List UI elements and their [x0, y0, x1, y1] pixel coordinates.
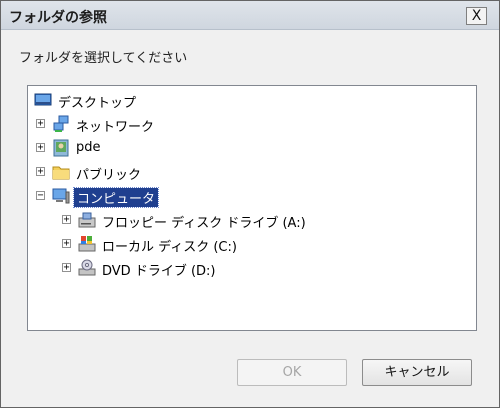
expand-icon[interactable]: + [62, 263, 71, 273]
floppy-drive-icon [78, 212, 96, 228]
title-bar[interactable]: フォルダの参照 X [1, 1, 499, 30]
expand-icon[interactable]: + [36, 143, 45, 153]
desktop-icon [34, 93, 52, 106]
close-button[interactable]: X [466, 7, 487, 25]
tree-node-label-selected: コンピュータ [72, 187, 160, 208]
dvd-drive-icon [78, 259, 96, 276]
computer-icon [52, 188, 70, 204]
user-folder-icon [53, 139, 69, 157]
window-title: フォルダの参照 [9, 10, 107, 26]
browse-folder-dialog: フォルダの参照 X フォルダを選択してください デスクトップ + ネットワーク [0, 0, 500, 408]
tree-node-label: DVD ドライブ (D:) [102, 264, 216, 279]
expand-icon[interactable]: + [62, 215, 71, 225]
cancel-button[interactable]: キャンセル [362, 359, 472, 386]
tree-node-label: パブリック [76, 168, 142, 183]
ok-button[interactable]: OK [237, 359, 347, 386]
instruction-text: フォルダを選択してください [19, 51, 188, 66]
close-icon: X [471, 8, 482, 24]
tree-node-label: pde [76, 140, 101, 155]
folder-icon [52, 166, 70, 180]
network-icon [53, 115, 69, 132]
tree-node-label: フロッピー ディスク ドライブ (A:) [102, 216, 306, 231]
expand-icon[interactable]: + [36, 167, 45, 177]
folder-tree[interactable]: デスクトップ + ネットワーク + pde + パブリック − コンピュータ +… [27, 85, 477, 331]
local-disk-icon [78, 236, 96, 252]
tree-node-label: ローカル ディスク (C:) [102, 240, 237, 255]
expand-icon[interactable]: + [62, 239, 71, 249]
collapse-icon[interactable]: − [36, 191, 45, 201]
expand-icon[interactable]: + [36, 119, 45, 129]
tree-node-label: デスクトップ [58, 96, 137, 111]
tree-node-label: ネットワーク [76, 120, 155, 135]
